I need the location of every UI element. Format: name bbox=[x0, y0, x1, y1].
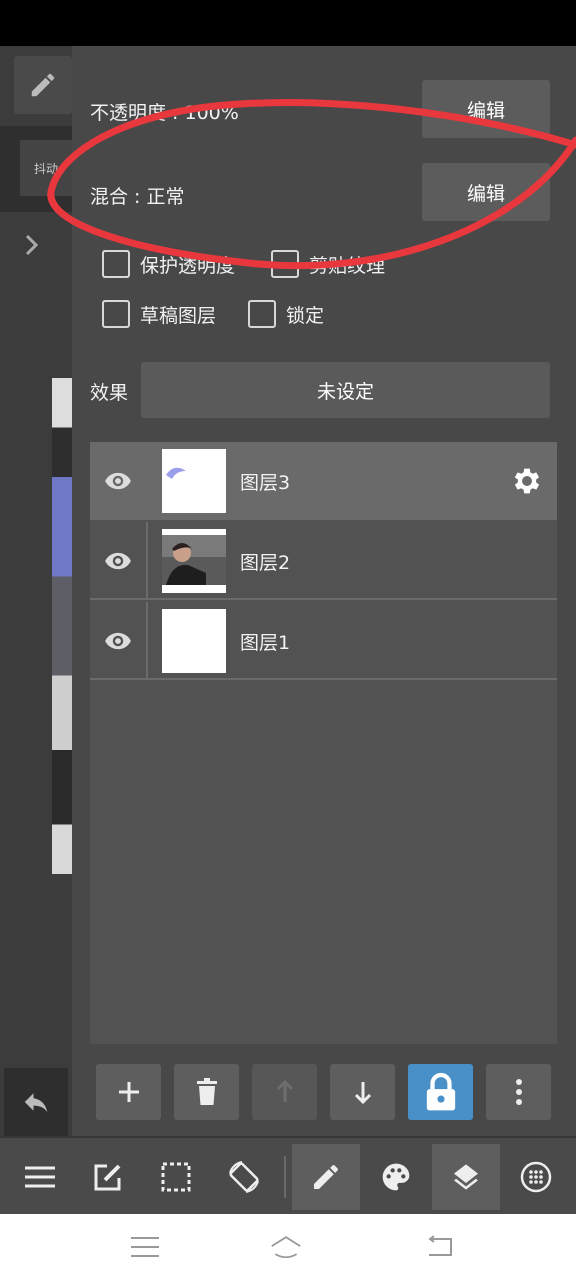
grid-icon bbox=[520, 1161, 552, 1193]
trash-icon bbox=[196, 1078, 217, 1105]
blend-edit-label: 编辑 bbox=[466, 182, 505, 205]
draft-layer-checkbox[interactable]: 草稿图层 bbox=[102, 300, 216, 328]
layer-settings-button[interactable] bbox=[510, 464, 544, 502]
undo-button[interactable] bbox=[4, 1068, 68, 1136]
status-bar bbox=[0, 0, 576, 46]
lock-label: 锁定 bbox=[286, 304, 325, 327]
layer-row[interactable]: 图层2 bbox=[90, 522, 557, 600]
checkbox-box bbox=[248, 300, 276, 328]
menu-icon bbox=[131, 1237, 159, 1257]
selection-button[interactable] bbox=[142, 1144, 210, 1210]
draft-layer-label: 草稿图层 bbox=[140, 304, 217, 327]
arrow-up-icon bbox=[276, 1080, 293, 1102]
gear-icon bbox=[514, 468, 540, 494]
left-tab-label: 抖动 bbox=[33, 161, 58, 176]
checkbox-box bbox=[102, 250, 130, 278]
edit-icon bbox=[94, 1164, 121, 1191]
protect-alpha-label: 保护透明度 bbox=[140, 254, 236, 277]
edit-button[interactable] bbox=[74, 1144, 142, 1210]
layers-button[interactable] bbox=[432, 1144, 500, 1210]
layer-panel: 不透明度 : 100% 编辑 混合 : 正常 编辑 保护透明度 剪贴纹理 草稿图… bbox=[72, 46, 576, 1136]
effect-label: 效果 bbox=[90, 382, 129, 404]
blend-label: 混合 : 正常 bbox=[90, 186, 185, 208]
add-layer-button[interactable] bbox=[96, 1064, 161, 1120]
effect-button[interactable]: 未设定 bbox=[141, 362, 550, 418]
checkbox-box bbox=[271, 250, 299, 278]
eye-icon bbox=[105, 472, 131, 490]
plus-icon bbox=[118, 1082, 139, 1102]
palette-icon bbox=[382, 1163, 410, 1191]
blend-edit-button[interactable]: 编辑 bbox=[422, 163, 550, 221]
protect-alpha-checkbox[interactable]: 保护透明度 bbox=[102, 250, 235, 278]
layer-thumbnail bbox=[162, 449, 226, 513]
expand-chevron-icon[interactable] bbox=[22, 232, 42, 262]
eye-icon bbox=[105, 552, 131, 570]
move-layer-down-button[interactable] bbox=[330, 1064, 395, 1120]
material-button[interactable] bbox=[502, 1144, 570, 1210]
visibility-toggle[interactable] bbox=[90, 522, 148, 600]
color-palette-button[interactable] bbox=[362, 1144, 430, 1210]
more-vertical-icon bbox=[515, 1079, 522, 1105]
toolbar-divider bbox=[284, 1156, 286, 1198]
brush-icon bbox=[314, 1165, 338, 1189]
eye-icon bbox=[105, 632, 131, 650]
arrow-down-icon bbox=[354, 1082, 371, 1104]
lock-icon bbox=[426, 1072, 455, 1111]
layer-thumbnail bbox=[162, 529, 226, 593]
more-options-button[interactable] bbox=[486, 1064, 551, 1120]
menu-icon bbox=[25, 1166, 55, 1188]
clipping-label: 剪贴纹理 bbox=[309, 254, 386, 277]
effect-value: 未设定 bbox=[316, 380, 374, 403]
bottom-toolbar bbox=[0, 1136, 576, 1214]
visibility-toggle[interactable] bbox=[90, 442, 148, 520]
lock-checkbox[interactable]: 锁定 bbox=[248, 300, 324, 328]
layer-row[interactable]: 图层1 bbox=[90, 602, 557, 680]
layer-name: 图层3 bbox=[240, 472, 291, 494]
home-icon bbox=[271, 1236, 301, 1259]
rotate-canvas-button[interactable] bbox=[210, 1144, 278, 1210]
move-layer-up-button[interactable] bbox=[252, 1064, 317, 1120]
layer-list: 图层3 图层2 图层1 bbox=[90, 442, 557, 1044]
selection-icon bbox=[161, 1162, 191, 1192]
layer-name: 图层1 bbox=[240, 632, 291, 654]
layer-thumbnail bbox=[162, 609, 226, 673]
rotate-icon bbox=[229, 1161, 259, 1193]
layers-icon bbox=[454, 1164, 478, 1190]
lock-layer-button[interactable] bbox=[408, 1064, 473, 1120]
canvas-preview bbox=[52, 378, 72, 874]
brush-tool-button[interactable] bbox=[292, 1144, 360, 1210]
nav-menu-button[interactable] bbox=[129, 1232, 161, 1262]
left-tab[interactable]: 抖动 bbox=[20, 140, 72, 196]
visibility-toggle[interactable] bbox=[90, 602, 148, 680]
left-pen-button[interactable] bbox=[14, 56, 72, 114]
opacity-edit-label: 编辑 bbox=[466, 99, 505, 122]
undo-icon bbox=[24, 1093, 48, 1112]
back-icon bbox=[428, 1235, 452, 1256]
pencil-icon bbox=[31, 73, 55, 97]
opacity-label: 不透明度 : 100% bbox=[90, 102, 239, 124]
nav-back-button[interactable] bbox=[424, 1232, 456, 1262]
nav-home-button[interactable] bbox=[270, 1232, 302, 1262]
system-nav-bar bbox=[0, 1214, 576, 1280]
layer-name: 图层2 bbox=[240, 552, 291, 574]
menu-button[interactable] bbox=[6, 1144, 74, 1210]
clipping-checkbox[interactable]: 剪贴纹理 bbox=[271, 250, 385, 278]
opacity-edit-button[interactable]: 编辑 bbox=[422, 80, 550, 138]
layer-row[interactable]: 图层3 bbox=[90, 442, 557, 520]
delete-layer-button[interactable] bbox=[174, 1064, 239, 1120]
checkbox-box bbox=[102, 300, 130, 328]
